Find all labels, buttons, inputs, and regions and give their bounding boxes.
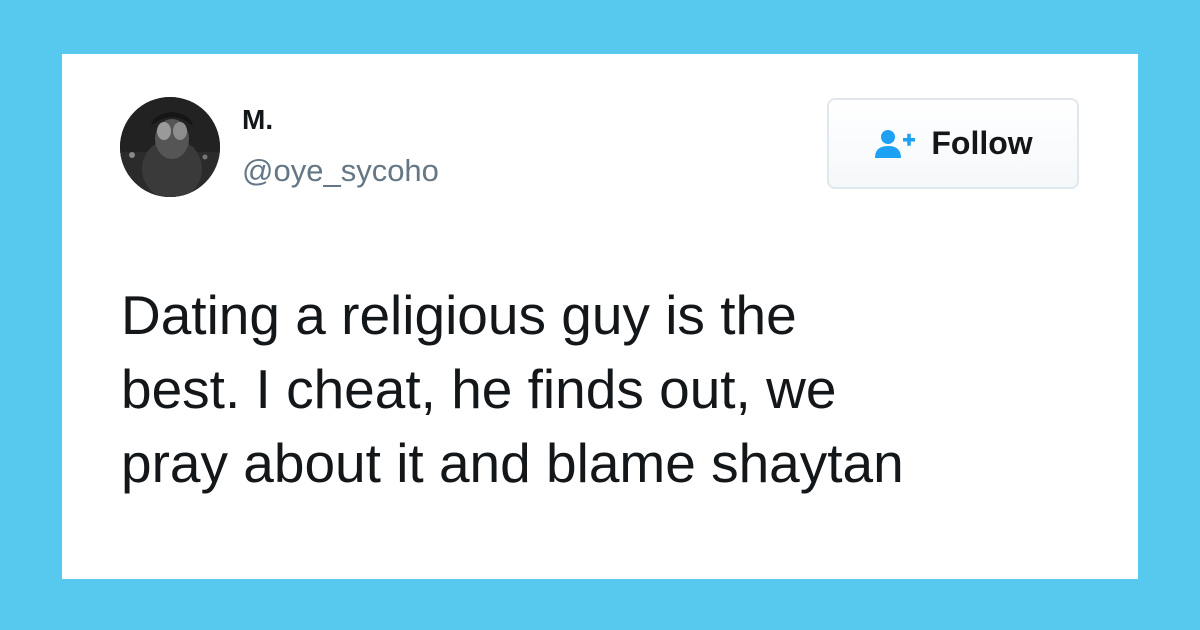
tweet-text-line: Dating a religious guy is the [121, 284, 797, 346]
add-user-icon [873, 128, 917, 160]
avatar[interactable] [120, 97, 220, 197]
display-name[interactable]: M. [242, 104, 273, 136]
tweet-text-line: best. I cheat, he finds out, we [121, 358, 837, 420]
tweet-card: M. @oye_sycoho Follow Dating a religious… [62, 54, 1138, 579]
follow-button[interactable]: Follow [827, 98, 1079, 189]
user-handle[interactable]: @oye_sycoho [242, 153, 439, 189]
follow-label: Follow [931, 125, 1033, 161]
page-background: M. @oye_sycoho Follow Dating a religious… [0, 0, 1200, 630]
tweet-text: Dating a religious guy is the best. I ch… [121, 278, 1101, 500]
tweet-text-line: pray about it and blame shaytan [121, 432, 904, 494]
avatar-photo [120, 97, 220, 197]
